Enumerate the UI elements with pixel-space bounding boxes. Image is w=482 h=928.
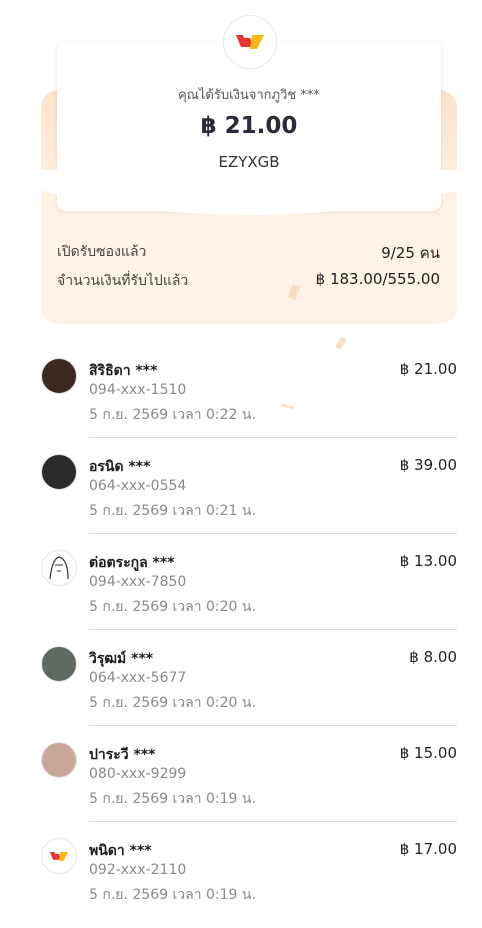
recipient-time: 5 ก.ย. 2569 เวลา 0:21 น.: [89, 503, 256, 519]
recipient-amount: ฿ 17.00: [399, 840, 457, 858]
recipient-amount: ฿ 21.00: [399, 360, 457, 378]
recipient-phone: 094-xxx-1510: [89, 382, 187, 398]
recipient-name: ต่อตระกูล ***: [89, 555, 175, 571]
truemoney-logo-icon: [223, 15, 277, 69]
recipient-phone: 092-xxx-2110: [89, 862, 187, 878]
list-item[interactable]: สิริธิดา *** ฿ 21.00 094-xxx-1510 5 ก.ย.…: [41, 352, 457, 448]
divider: [89, 437, 457, 438]
recipient-amount: ฿ 13.00: [399, 552, 457, 570]
card-title: คุณได้รับเงินจากภูวิช ***: [178, 88, 320, 103]
photo-avatar: [41, 646, 77, 682]
recipient-name: อรนิด ***: [89, 459, 151, 475]
recipient-amount: ฿ 8.00: [409, 648, 457, 666]
recipient-time: 5 ก.ย. 2569 เวลา 0:19 น.: [89, 887, 256, 903]
list-item[interactable]: ต่อตระกูล *** ฿ 13.00 094-xxx-7850 5 ก.ย…: [41, 544, 457, 640]
recipient-amount: ฿ 15.00: [399, 744, 457, 762]
photo-avatar: [41, 358, 77, 394]
recipient-phone: 094-xxx-7850: [89, 574, 187, 590]
photo-avatar: [41, 454, 77, 490]
sketch-avatar: [41, 550, 77, 586]
stat-amount-value: ฿ 183.00/555.00: [315, 270, 440, 288]
recipient-list: สิริธิดา *** ฿ 21.00 094-xxx-1510 5 ก.ย.…: [41, 352, 457, 928]
confetti-icon: [335, 336, 347, 350]
divider: [89, 821, 457, 822]
divider: [89, 533, 457, 534]
divider: [89, 629, 457, 630]
recipient-time: 5 ก.ย. 2569 เวลา 0:20 น.: [89, 695, 256, 711]
logo-avatar: [41, 838, 77, 874]
list-item[interactable]: วิรุฒม์ *** ฿ 8.00 064-xxx-5677 5 ก.ย. 2…: [41, 640, 457, 736]
envelope-flap-curve: [41, 170, 457, 240]
list-item[interactable]: อรนิด *** ฿ 39.00 064-xxx-0554 5 ก.ย. 25…: [41, 448, 457, 544]
stat-opened-value: 9/25 คน: [381, 244, 440, 262]
received-amount: ฿ 21.00: [200, 113, 298, 139]
divider: [89, 725, 457, 726]
recipient-time: 5 ก.ย. 2569 เวลา 0:20 น.: [89, 599, 256, 615]
list-item[interactable]: ปาระวี *** ฿ 15.00 080-xxx-9299 5 ก.ย. 2…: [41, 736, 457, 832]
recipient-name: สิริธิดา ***: [89, 363, 158, 379]
stat-opened: เปิดรับซองแล้ว 9/25 คน: [57, 241, 440, 265]
stat-amount-label: จำนวนเงินที่รับไปแล้ว: [57, 273, 189, 289]
stat-amount: จำนวนเงินที่รับไปแล้ว ฿ 183.00/555.00: [57, 270, 440, 292]
recipient-time: 5 ก.ย. 2569 เวลา 0:22 น.: [89, 407, 256, 423]
recipient-phone: 080-xxx-9299: [89, 766, 187, 782]
recipient-name: ปาระวี ***: [89, 747, 156, 763]
recipient-phone: 064-xxx-5677: [89, 670, 187, 686]
recipient-phone: 064-xxx-0554: [89, 478, 187, 494]
recipient-amount: ฿ 39.00: [399, 456, 457, 474]
envelope-code: EZYXGB: [218, 153, 280, 171]
recipient-name: วิรุฒม์ ***: [89, 651, 154, 667]
photo-avatar: [41, 742, 77, 778]
stat-opened-label: เปิดรับซองแล้ว: [57, 244, 147, 260]
recipient-name: พนิดา ***: [89, 843, 152, 859]
recipient-time: 5 ก.ย. 2569 เวลา 0:19 น.: [89, 791, 256, 807]
list-item[interactable]: พนิดา *** ฿ 17.00 092-xxx-2110 5 ก.ย. 25…: [41, 832, 457, 928]
